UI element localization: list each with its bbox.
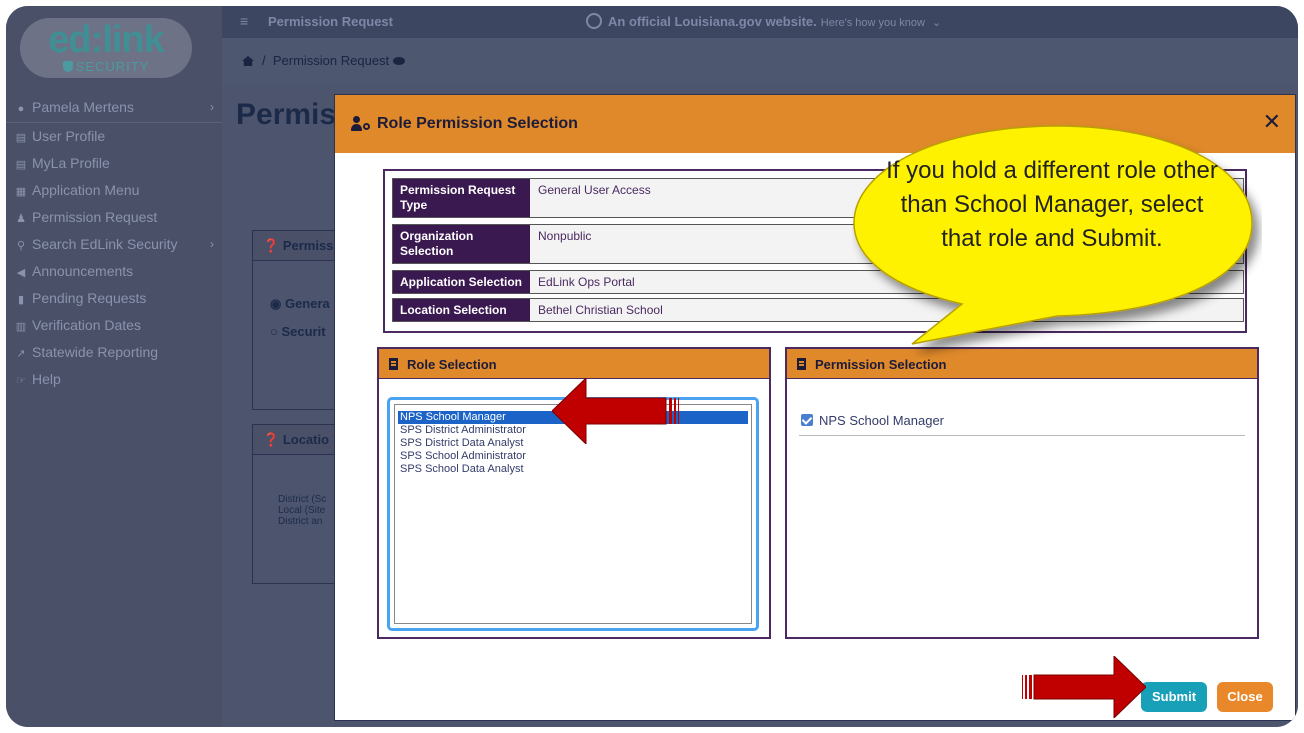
home-icon[interactable] (242, 56, 254, 66)
chevron-right-icon: › (210, 100, 214, 114)
modal-title: Role Permission Selection (377, 115, 578, 132)
app-frame: ed:link SECURITY ● Pamela Mertens › ▤ User … (6, 6, 1298, 727)
id-card-icon: ▤ (15, 132, 27, 144)
breadcrumb-current: Permission Request (272, 53, 390, 68)
sidebar-item-permission-request[interactable]: ♟ Permission Request (6, 204, 222, 231)
question-icon: ❓ (263, 238, 280, 253)
louisiana-seal-icon (586, 13, 602, 29)
sidebar-item-myla-profile[interactable]: ▤ MyLa Profile (6, 150, 222, 177)
sidebar-item-label: Announcements (32, 263, 134, 279)
sidebar-item-announcements[interactable]: ◀ Announcements (6, 258, 222, 285)
sidebar-item-label: MyLa Profile (32, 155, 110, 171)
sidebar-item-label: Pending Requests (32, 290, 147, 306)
radio-security[interactable]: ○ Securit (270, 324, 326, 339)
sidebar-item-label: Application Menu (32, 182, 140, 198)
card-title: Locatio (282, 432, 330, 447)
eye-icon[interactable] (393, 57, 406, 65)
summary-label: Location Selection (393, 299, 530, 321)
sidebar-nav: ● Pamela Mertens › ▤ User Profile ▤ MyLa Pro… (6, 94, 222, 393)
summary-label: Permission Request Type (393, 179, 530, 217)
sidebar-item-pending-requests[interactable]: ▮ Pending Requests (6, 285, 222, 312)
clipboard-icon (389, 358, 398, 370)
calendar-icon: ▥ (15, 321, 27, 333)
role-option[interactable]: SPS School Data Analyst (398, 463, 748, 476)
panel-title: Role Selection (407, 357, 497, 372)
gov-banner-text: An official Louisiana.gov website. (608, 14, 817, 29)
sidebar-item-label: Verification Dates (32, 317, 141, 333)
location-list[interactable]: District (Sc Local (Site District an (278, 494, 326, 527)
gov-banner: An official Louisiana.gov website. Here's… (586, 13, 941, 29)
permission-checkbox[interactable]: NPS School Manager (801, 413, 944, 428)
submit-button[interactable]: Submit (1141, 682, 1207, 712)
role-option[interactable]: SPS School Administrator (398, 450, 748, 463)
list-item: District (Sc (278, 494, 327, 505)
annotation-arrow-right (1022, 656, 1146, 718)
sidebar-item-label: Help (32, 371, 61, 387)
list-item: District an (278, 516, 323, 527)
sidebar-item-label: Permission Request (32, 209, 158, 225)
divider (799, 435, 1245, 436)
sidebar-user-name: Pamela Mertens (32, 99, 134, 115)
card-title: Permiss (282, 238, 334, 253)
clipboard-icon (797, 358, 806, 370)
close-icon[interactable]: ✕ (1263, 110, 1281, 134)
user-circle-icon: ● (17, 103, 25, 115)
close-button[interactable]: Close (1217, 682, 1273, 712)
edlink-logo[interactable]: ed:link SECURITY (20, 18, 192, 78)
permission-label: NPS School Manager (819, 413, 945, 428)
chart-icon: ↗ (16, 348, 26, 360)
summary-value: General User Access (538, 183, 651, 197)
sidebar-item-statewide-reporting[interactable]: ↗ Statewide Reporting (6, 339, 222, 366)
topbar-title: Permission Request (268, 14, 393, 29)
radio-label: Genera (284, 296, 330, 311)
clipboard-icon: ▮ (17, 294, 25, 306)
callout-text: If you hold a different role other than … (886, 157, 1218, 252)
chevron-right-icon: › (210, 237, 214, 251)
page-title: Permis (236, 98, 337, 131)
sidebar-item-label: Statewide Reporting (32, 344, 159, 360)
summary-value: Bethel Christian School (538, 303, 663, 317)
sidebar-item-label: Search EdLink Security (32, 236, 178, 252)
instruction-callout: If you hold a different role other than … (852, 118, 1262, 358)
breadcrumb: / Permission Request (242, 53, 406, 68)
radio-label: Securit (281, 324, 326, 339)
checkbox-checked-icon (801, 414, 813, 426)
sidebar-item-help[interactable]: ☞ Help (6, 366, 222, 393)
sidebar: ed:link SECURITY ● Pamela Mertens › ▤ User … (6, 6, 222, 727)
user-key-icon (351, 116, 371, 132)
sidebar-item-user-profile[interactable]: ▤ User Profile (6, 123, 222, 150)
user-key-icon: ♟ (16, 213, 26, 225)
summary-label: Application Selection (393, 271, 530, 293)
sidebar-item-application-menu[interactable]: ▦ Application Menu (6, 177, 222, 204)
panel-title: Permission Selection (815, 357, 947, 372)
summary-value: EdLink Ops Portal (538, 275, 635, 289)
breadcrumb-bar: / Permission Request (222, 38, 1298, 84)
megaphone-icon: ◀ (16, 267, 26, 279)
sidebar-item-label: User Profile (32, 128, 106, 144)
top-bar: ≡ Permission Request An official Louisia… (222, 6, 1298, 38)
logo-subtext: SECURITY (75, 59, 150, 74)
radio-general[interactable]: ◉ Genera (270, 296, 330, 312)
search-icon: ⚲ (16, 240, 26, 252)
logo-text: ed:link (48, 19, 164, 61)
permission-type-card: ❓ Permiss (252, 230, 342, 410)
annotation-arrow-left (552, 378, 679, 444)
question-icon: ❓ (263, 432, 280, 447)
gov-how-link[interactable]: Here's how you know (821, 17, 925, 29)
sidebar-item-search-edlink-security[interactable]: ⚲ Search EdLink Security › (6, 231, 222, 258)
id-card-icon: ▤ (15, 159, 27, 171)
hand-icon: ☞ (16, 375, 26, 387)
sidebar-user[interactable]: ● Pamela Mertens › (6, 94, 222, 123)
list-item: Local (Site (278, 505, 326, 516)
summary-value: Nonpublic (538, 229, 592, 243)
sidebar-item-verification-dates[interactable]: ▥ Verification Dates (6, 312, 222, 339)
shield-icon (62, 61, 73, 72)
hamburger-menu-icon[interactable]: ≡ (240, 13, 248, 29)
permission-selection-panel: Permission Selection NPS School Manager (785, 347, 1259, 639)
summary-label: Organization Selection (393, 225, 530, 263)
chevron-down-icon: ⌄ (928, 17, 942, 29)
app-menu-icon: ▦ (15, 186, 27, 198)
